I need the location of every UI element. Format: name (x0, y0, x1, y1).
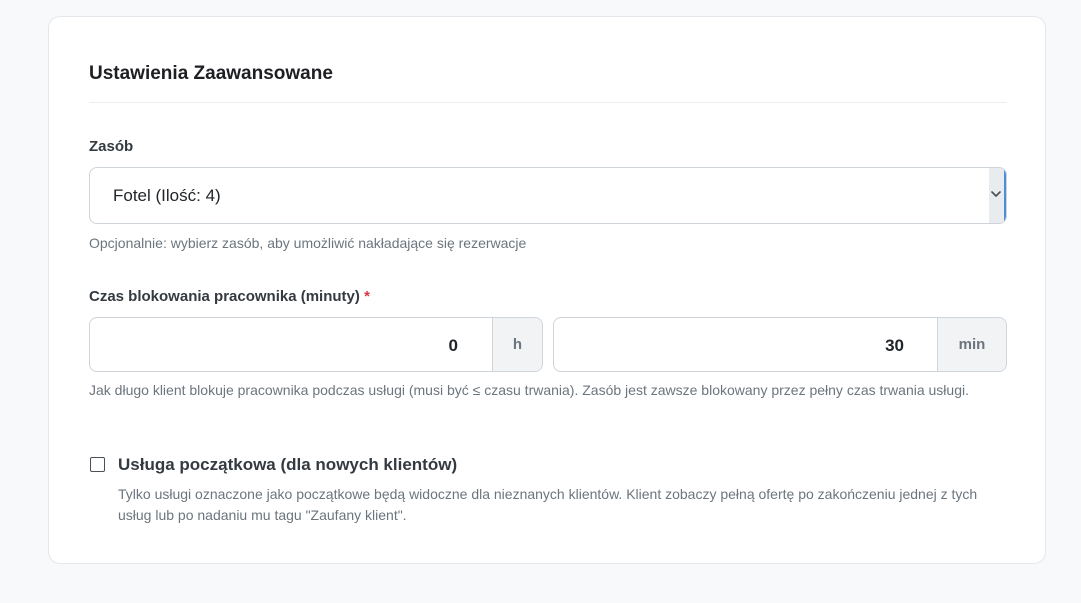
block-time-help-text: Jak długo klient blokuje pracownika podc… (89, 382, 969, 398)
advanced-settings-card: Ustawienia Zaawansowane Zasób Fotel (Ilo… (48, 16, 1046, 564)
resource-label: Zasób (89, 138, 134, 155)
initial-service-label[interactable]: Usługa początkowa (dla nowych klientów) (118, 455, 457, 475)
title-divider (89, 102, 1007, 103)
initial-service-help-text: Tylko usługi oznaczone jako początkowe b… (118, 486, 978, 523)
hours-unit-addon: h (492, 318, 542, 371)
minutes-input[interactable]: 30 (885, 336, 904, 356)
resource-select-value: Fotel (Ilość: 4) (113, 186, 221, 205)
required-marker: * (364, 288, 370, 305)
minutes-unit-addon: min (937, 318, 1006, 371)
resource-select[interactable]: Fotel (Ilość: 4) (89, 167, 1007, 224)
block-time-label: Czas blokowania pracownika (minuty) * (89, 288, 370, 305)
hours-input-group: 0 h (89, 317, 543, 372)
hours-input[interactable]: 0 (449, 336, 458, 356)
chevron-down-icon (991, 191, 1001, 197)
select-arrow-area[interactable] (989, 168, 1006, 223)
resource-help-text: Opcjonalnie: wybierz zasób, aby umożliwi… (89, 235, 527, 251)
section-title: Ustawienia Zaawansowane (89, 63, 333, 84)
block-time-label-text: Czas blokowania pracownika (minuty) (89, 288, 360, 305)
initial-service-checkbox[interactable] (90, 457, 105, 472)
minutes-input-group: 30 min (553, 317, 1007, 372)
